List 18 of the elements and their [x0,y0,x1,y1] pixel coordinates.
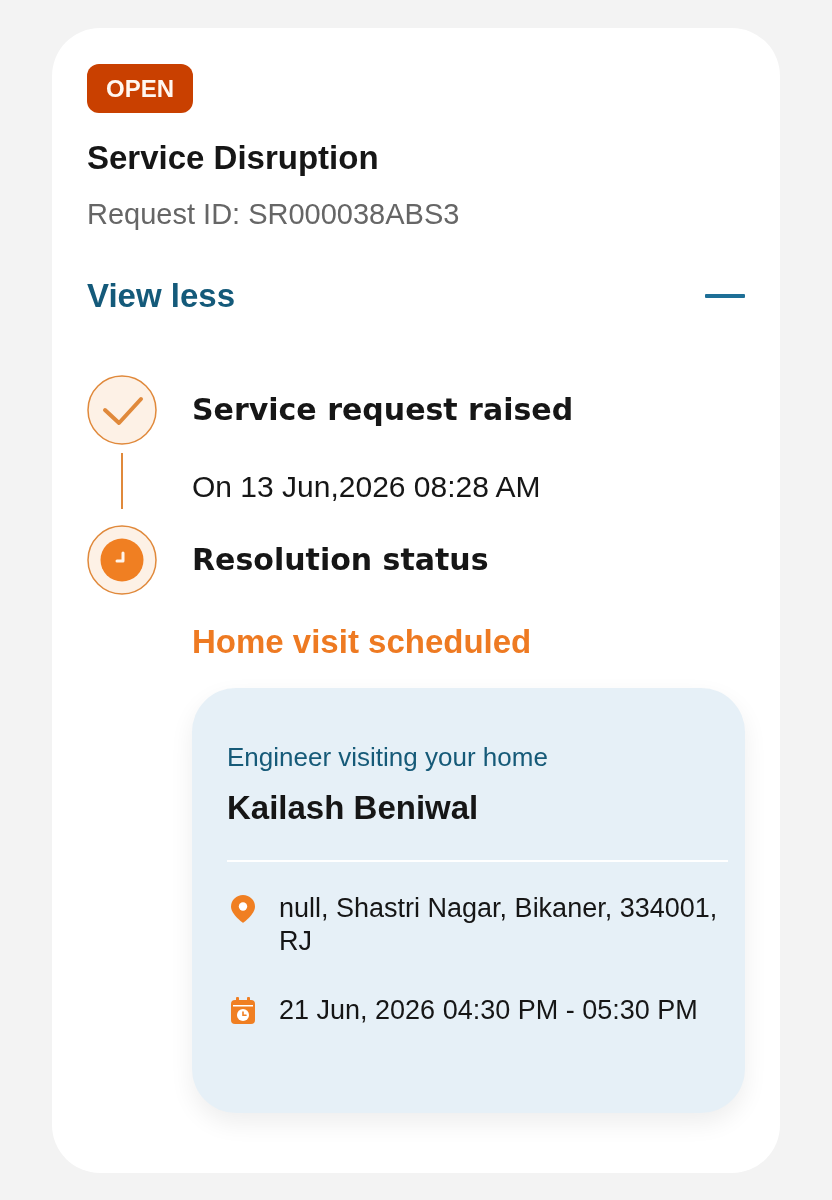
step-title: Service request raised [192,392,575,428]
schedule-text: 21 Jun, 2026 04:30 PM - 05:30 PM [279,994,699,1027]
timeline-connector [121,453,123,509]
step-date: On 13 Jun,2026 08:28 AM [192,469,542,505]
calendar-clock-icon [231,997,255,1024]
location-pin-icon [231,895,255,923]
status-badge: OPEN [87,64,193,113]
step-status: Home visit scheduled [192,623,533,661]
request-id: Request ID: SR000038ABS3 [87,197,461,231]
minus-icon[interactable] [705,294,745,298]
visit-heading: Engineer visiting your home [227,741,549,773]
engineer-name: Kailash Beniwal [227,789,480,827]
clock-circle-icon [87,525,157,595]
check-circle-icon [87,375,157,445]
step-title: Resolution status [192,542,490,578]
request-title: Service Disruption [87,139,380,177]
view-toggle[interactable]: View less [87,277,235,315]
address-text: null, Shastri Nagar, Bikaner, 334001, RJ [279,892,719,958]
